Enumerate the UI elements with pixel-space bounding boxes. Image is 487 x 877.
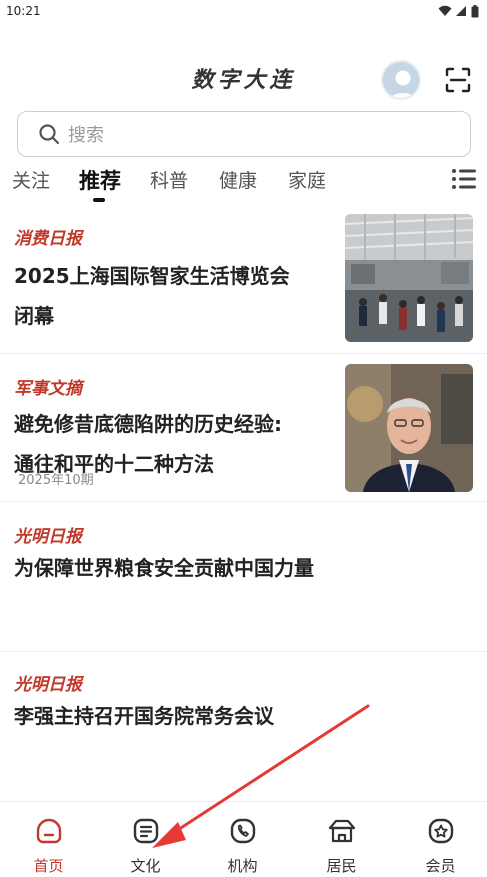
news-title-line: 闭幕 [14,304,54,328]
status-icons [438,4,479,18]
app-header: 数字大连 [0,52,487,108]
battery-icon [471,4,479,17]
news-issue: 2025年10期 [18,473,94,488]
tab-follow[interactable]: 关注 [12,166,50,193]
news-title-line: 2025上海国际智家生活博览会 [14,264,290,288]
nav-residents[interactable]: 居民 [293,802,390,877]
tab-health[interactable]: 健康 [219,166,257,193]
scan-icon[interactable] [444,66,472,94]
search-input[interactable]: 搜索 [17,111,471,157]
tab-recommend[interactable]: 推荐 [79,165,121,195]
document-icon [133,818,158,844]
nav-label: 机构 [227,857,258,875]
bottom-nav: 首页 文化 机构 居民 会员 [0,801,487,877]
nav-label: 居民 [326,857,357,875]
news-thumbnail[interactable] [345,364,473,492]
news-item[interactable]: 军事文摘 避免修昔底德陷阱的历史经验: 通往和平的十二种方法 2025年10期 [0,354,487,502]
nav-culture[interactable]: 文化 [97,802,194,877]
news-title-line: 为保障世界粮食安全贡献中国力量 [14,556,314,580]
avatar[interactable] [381,60,421,100]
news-thumbnail[interactable] [345,214,473,342]
user-avatar-icon [383,62,419,98]
news-source: 光明日报 [14,527,82,547]
nav-label: 会员 [425,857,456,875]
phone-icon [230,818,255,844]
expo-hall-photo [345,214,473,342]
news-title: 为保障世界粮食安全贡献中国力量 [14,548,314,588]
category-tabs: 关注 推荐 科普 健康 家庭 [0,160,487,202]
tab-family[interactable]: 家庭 [288,166,326,193]
news-title: 2025上海国际智家生活博览会 闭幕 [14,256,290,336]
signal-icon [456,6,466,16]
news-title-line: 李强主持召开国务院常务会议 [14,704,274,728]
news-item[interactable]: 光明日报 李强主持召开国务院常务会议 [0,652,487,802]
news-item[interactable]: 光明日报 为保障世界粮食安全贡献中国力量 [0,502,487,652]
status-time: 10:21 [6,4,41,18]
nav-institution[interactable]: 机构 [194,802,291,877]
portrait-photo [345,364,473,492]
status-bar: 10:21 [0,0,487,22]
news-item[interactable]: 消费日报 2025上海国际智家生活博览会 闭幕 [0,204,487,354]
nav-label: 文化 [130,857,161,875]
news-source: 光明日报 [14,675,82,695]
tab-menu-icon[interactable] [451,168,477,190]
member-icon [428,818,453,844]
nav-home[interactable]: 首页 [0,802,97,877]
nav-member[interactable]: 会员 [392,802,487,877]
active-tab-indicator [93,198,105,202]
search-placeholder: 搜索 [68,125,104,146]
home-icon [36,818,61,844]
wifi-icon [438,5,452,16]
news-source: 消费日报 [14,229,82,249]
news-title-line: 避免修昔底德陷阱的历史经验: [14,412,282,436]
news-title: 李强主持召开国务院常务会议 [14,696,274,736]
tab-science[interactable]: 科普 [150,166,188,193]
news-source: 军事文摘 [14,379,82,399]
nav-label: 首页 [33,857,64,875]
search-icon [39,124,60,145]
residence-icon [328,819,355,843]
